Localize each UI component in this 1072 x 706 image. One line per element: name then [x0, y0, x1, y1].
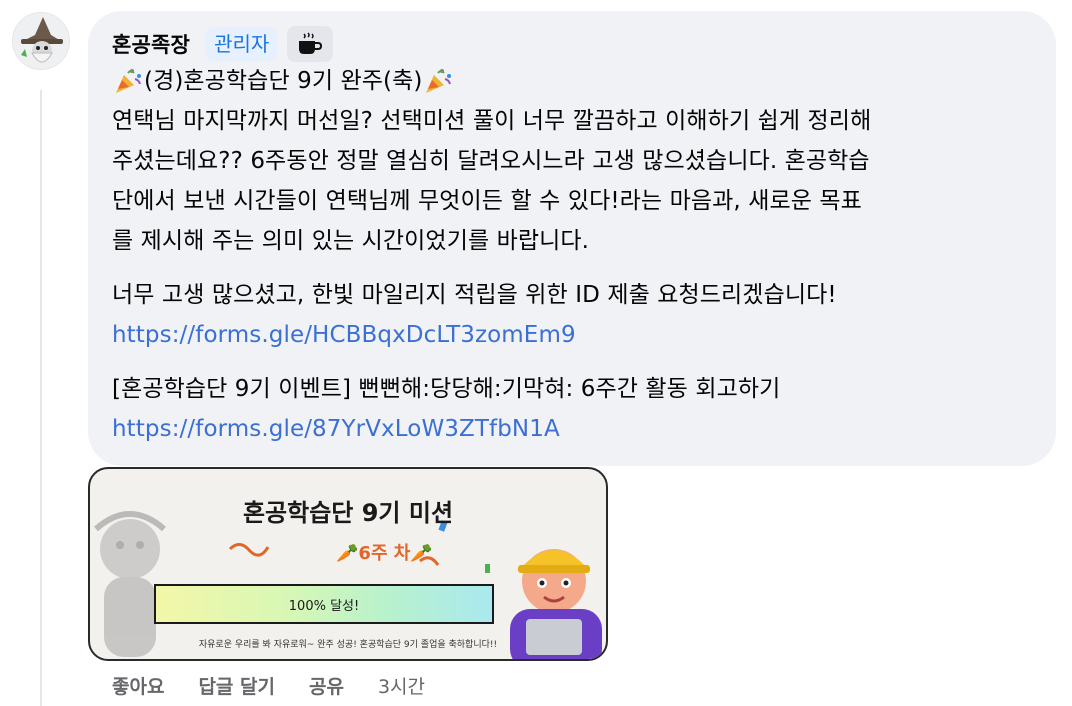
paragraph-1-line: 단에서 보낸 시간들이 연택님께 무엇이든 할 수 있다!라는 마음과, 새로운…	[112, 188, 862, 214]
paragraph-3-text: [혼공학습단 9기 이벤트] 뻔뻔해:당당해:기막혀: 6주간 활동 회고하기	[112, 376, 781, 402]
paragraph-2: 너무 고생 많으셨고, 한빛 마일리지 적립을 위한 ID 제출 요청드리겠습니…	[112, 275, 1032, 355]
attachment-image[interactable]: 혼공학습단 9기 미션 🥕6주 차🥕 100% 달성! 자유로운 우리를 봐 자…	[88, 467, 608, 661]
attachment-caption: 자유로운 우리를 봐 자유로워~ 완주 성공! 혼공학습단 9기 졸업을 축하합…	[198, 640, 498, 650]
paragraph-1: 연택님 마지막까지 머선일? 선택미션 풀이 너무 깔끔하고 이해하기 쉽게 정…	[112, 101, 1032, 261]
title-text: (경)혼공학습단 9기 완주(축)	[144, 68, 423, 94]
paragraph-1-line: 주셨는데요?? 6주동안 정말 열심히 달려오시느라 고생 많으셨습니다. 혼공…	[112, 148, 870, 174]
comment-actions: 좋아요 답글 달기 공유 3시간	[112, 672, 425, 699]
comment-title: (경)혼공학습단 9기 완주(축)	[112, 61, 1032, 101]
party-popper-icon	[116, 69, 141, 93]
party-popper-icon	[426, 69, 452, 93]
paragraph-2-text: 너무 고생 많으셨고, 한빛 마일리지 적립을 위한 ID 제출 요청드리겠습니…	[112, 282, 837, 308]
thread-line	[40, 90, 42, 706]
retrospective-form-link[interactable]: https://forms.gle/87YrVxLoW3ZTfbN1A	[112, 416, 560, 442]
comment-bubble: 혼공족장 관리자 (경)혼공학습단 9기 완주(축) 연택님 마지막까지 머선일…	[88, 11, 1056, 466]
progress-bar: 100% 달성!	[154, 584, 494, 624]
progress-label: 100% 달성!	[288, 598, 360, 614]
paragraph-3: [혼공학습단 9기 이벤트] 뻔뻔해:당당해:기막혀: 6주간 활동 회고하기 …	[112, 369, 1032, 449]
avatar[interactable]	[12, 12, 70, 70]
carrot-icon: 🥕	[336, 543, 359, 564]
reply-button[interactable]: 답글 달기	[198, 672, 275, 699]
paragraph-1-line: 를 제시해 주는 의미 있는 시간이었기를 바랍니다.	[112, 228, 590, 254]
wizard-avatar-icon	[13, 13, 69, 69]
comment-header: 혼공족장 관리자	[112, 26, 1032, 62]
paragraph-1-line: 연택님 마지막까지 머선일? 선택미션 풀이 너무 깔끔하고 이해하기 쉽게 정…	[112, 108, 872, 134]
coffee-icon	[299, 32, 323, 54]
author-name[interactable]: 혼공족장	[112, 29, 190, 59]
attachment-title: 혼공학습단 9기 미션	[242, 499, 454, 527]
timestamp[interactable]: 3시간	[378, 672, 425, 699]
share-button[interactable]: 공유	[309, 672, 344, 699]
week-label-text: 6주 차	[358, 543, 411, 564]
week-label: 🥕6주 차🥕	[336, 539, 433, 565]
coffee-badge	[287, 26, 334, 62]
mileage-form-link[interactable]: https://forms.gle/HCBBqxDcLT3zomEm9	[112, 322, 576, 348]
like-button[interactable]: 좋아요	[112, 672, 164, 699]
role-badge: 관리자	[206, 27, 278, 61]
carrot-icon: 🥕	[410, 543, 433, 564]
